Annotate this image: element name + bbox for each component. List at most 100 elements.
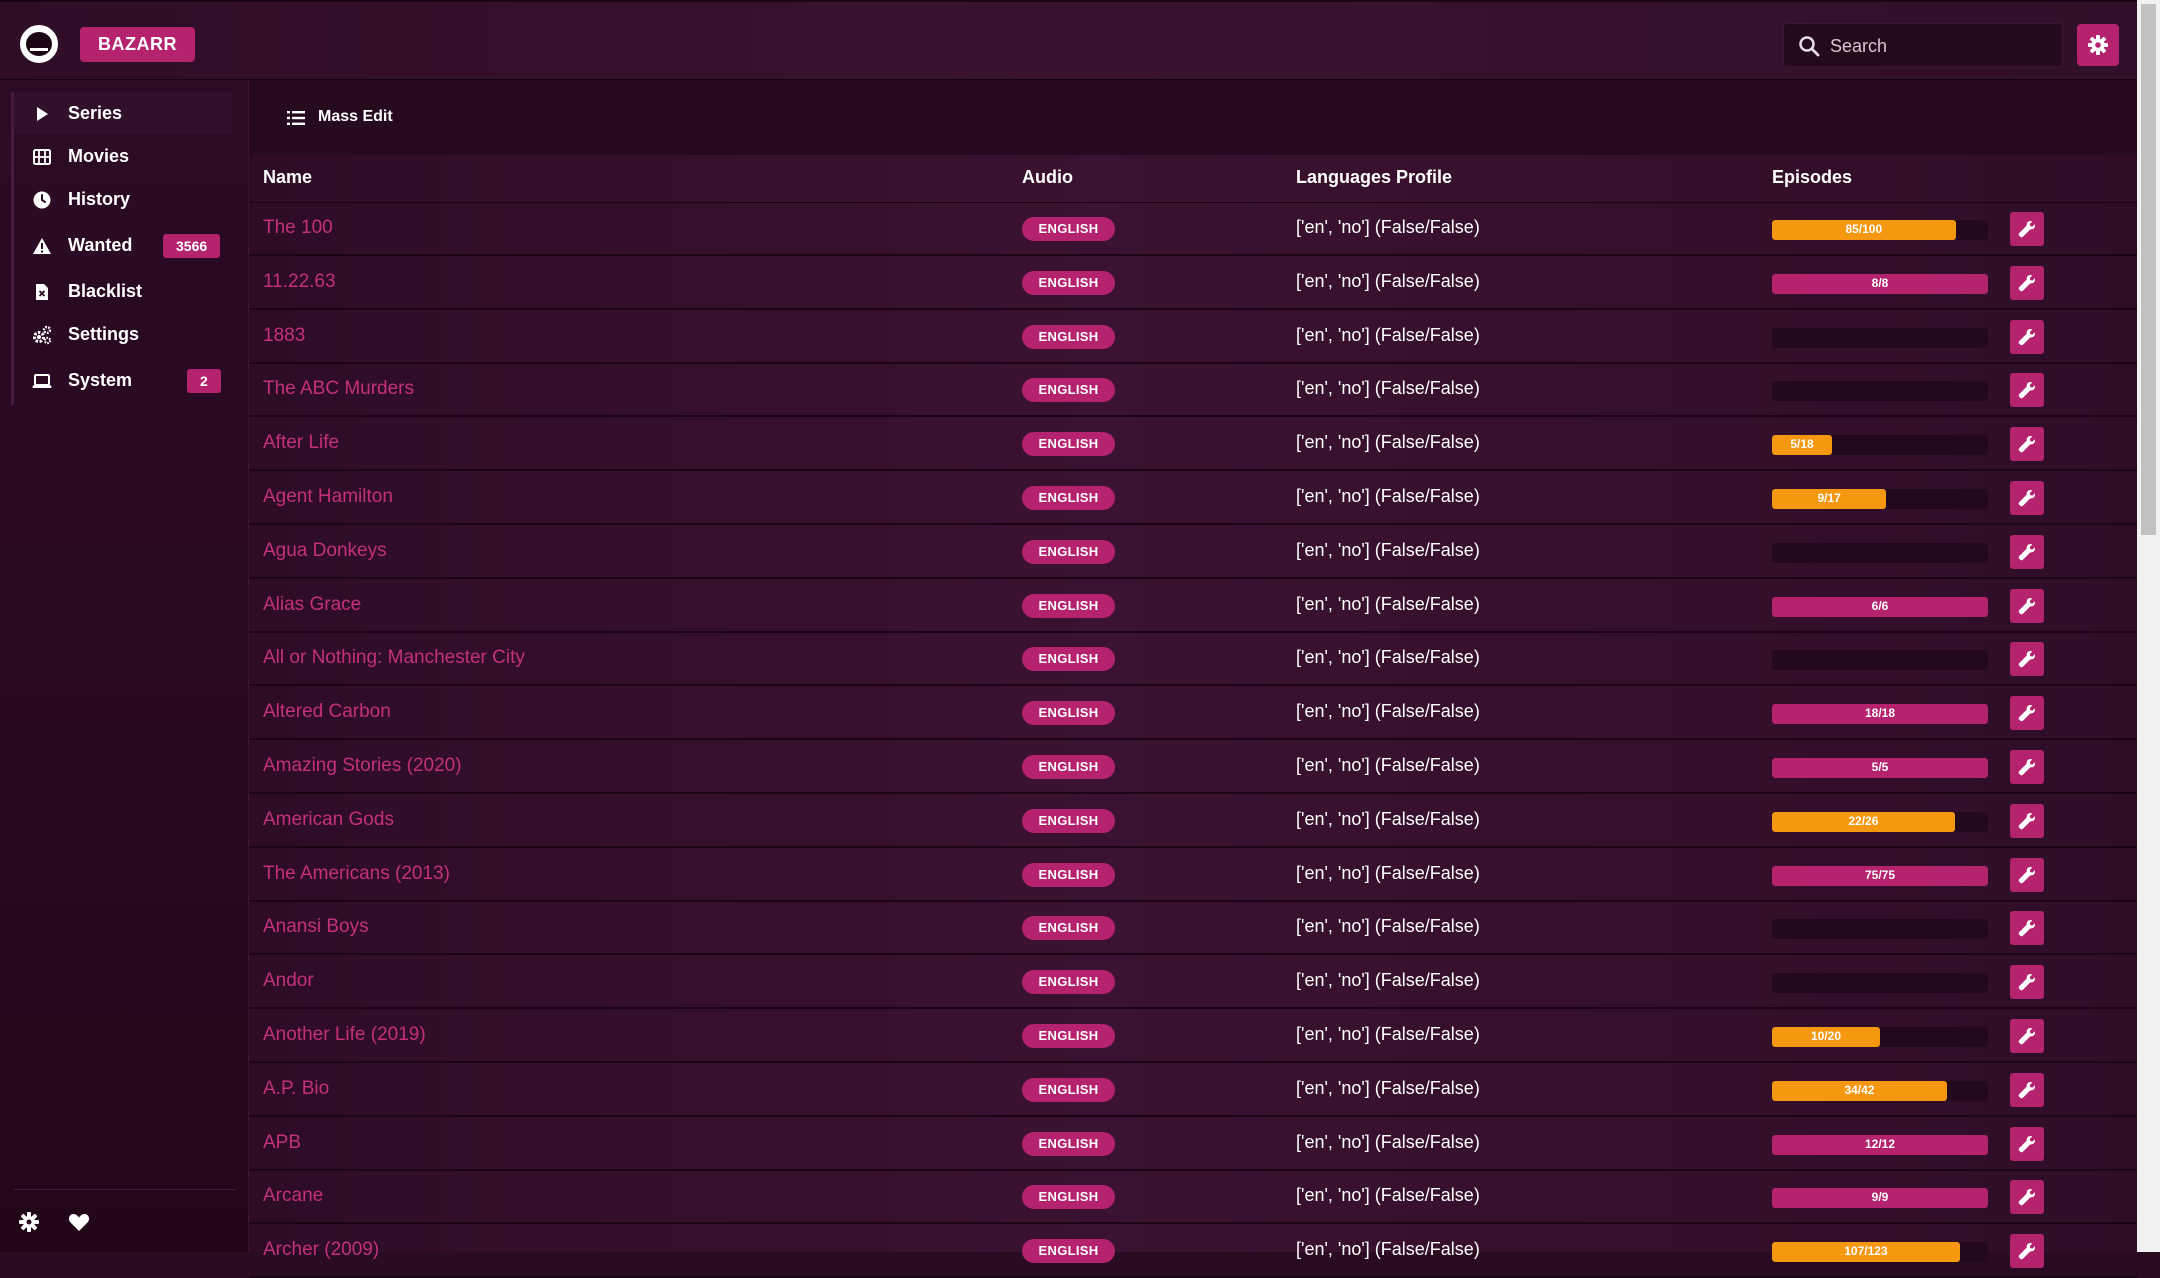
sidebar-item-movies[interactable]: Movies xyxy=(14,135,232,177)
edit-series-button[interactable] xyxy=(2010,1072,2044,1107)
table-row: Agua Donkeys ENGLISH ['en', 'no'] (False/F… xyxy=(249,526,2137,579)
episodes-count-label: 9/9 xyxy=(1871,1190,1889,1205)
sidebar: Series Movies History Wanted 3566 Blackl… xyxy=(0,80,249,1252)
edit-series-button[interactable] xyxy=(2010,1126,2044,1161)
edit-series-button[interactable] xyxy=(2010,857,2044,892)
search-box[interactable] xyxy=(1783,23,2063,68)
settings-button[interactable] xyxy=(2077,24,2119,66)
episodes-progress-bar: 9/17 xyxy=(1772,489,1988,509)
episodes-count-label: 10/20 xyxy=(1810,1029,1842,1043)
audio-language-badge: ENGLISH xyxy=(1022,701,1115,726)
audio-language-badge: ENGLISH xyxy=(1022,1185,1115,1210)
series-name-link[interactable]: Arcane xyxy=(263,1185,323,1207)
wrench-icon xyxy=(2018,812,2035,830)
edit-series-button[interactable] xyxy=(2010,750,2044,784)
episodes-count-label: 75/75 xyxy=(1864,867,1896,882)
sidebar-item-blacklist[interactable]: Blacklist xyxy=(14,270,232,312)
audio-language-badge: ENGLISH xyxy=(1022,1131,1115,1156)
edit-series-button[interactable] xyxy=(2010,265,2044,300)
series-name-link[interactable]: All or Nothing: Manchester City xyxy=(263,647,525,669)
episodes-progress-fill: 85/100 xyxy=(1772,220,1956,240)
edit-series-button[interactable] xyxy=(2010,1180,2044,1215)
gear-icon[interactable] xyxy=(18,1211,40,1233)
series-name-link[interactable]: After Life xyxy=(263,432,339,454)
sidebar-item-history[interactable]: History xyxy=(14,178,232,220)
edit-series-button[interactable] xyxy=(2010,534,2044,569)
edit-series-button[interactable] xyxy=(2010,588,2044,623)
edit-series-button[interactable] xyxy=(2010,803,2044,838)
edit-series-button[interactable] xyxy=(2010,642,2044,677)
series-name-link[interactable]: The Americans (2013) xyxy=(263,863,450,885)
laptop-icon xyxy=(32,374,52,388)
search-input[interactable] xyxy=(1828,24,2057,68)
list-icon xyxy=(287,111,305,125)
edit-series-button[interactable] xyxy=(2010,696,2044,731)
series-name-link[interactable]: Amazing Stories (2020) xyxy=(263,755,462,777)
column-header-audio[interactable]: Audio xyxy=(1022,167,1073,188)
edit-series-button[interactable] xyxy=(2010,911,2044,946)
languages-profile: ['en', 'no'] (False/False) xyxy=(1296,916,1480,937)
series-name-link[interactable]: Another Life (2019) xyxy=(263,1024,426,1046)
series-name-link[interactable]: A.P. Bio xyxy=(263,1078,329,1100)
series-name-link[interactable]: American Gods xyxy=(263,809,394,831)
brand-badge[interactable]: BAZARR xyxy=(80,27,195,62)
episodes-progress-fill: 75/75 xyxy=(1772,865,1988,886)
languages-profile: ['en', 'no'] (False/False) xyxy=(1296,701,1480,722)
series-name-link[interactable]: The ABC Murders xyxy=(263,378,414,400)
edit-series-button[interactable] xyxy=(2010,373,2044,408)
series-name-link[interactable]: Andor xyxy=(263,970,314,992)
episodes-progress-bar xyxy=(1772,650,1988,671)
episodes-progress-bar: 6/6 xyxy=(1772,596,1988,617)
audio-language-badge: ENGLISH xyxy=(1022,378,1115,403)
audio-language-badge: ENGLISH xyxy=(1022,862,1115,887)
series-name-link[interactable]: The 100 xyxy=(263,217,333,239)
table-row: 11.22.63 ENGLISH ['en', 'no'] (False/False… xyxy=(249,257,2137,310)
series-name-link[interactable]: Altered Carbon xyxy=(263,701,391,723)
series-name-link[interactable]: 11.22.63 xyxy=(263,271,336,293)
edit-series-button[interactable] xyxy=(2010,965,2044,1000)
series-name-link[interactable]: Alias Grace xyxy=(263,594,361,616)
episodes-count-label: 18/18 xyxy=(1864,706,1896,721)
episodes-progress-bar: 5/18 xyxy=(1772,435,1988,456)
edit-series-button[interactable] xyxy=(2010,319,2044,354)
audio-language-badge: ENGLISH xyxy=(1022,270,1115,295)
episodes-count-label: 85/100 xyxy=(1845,222,1883,236)
heart-icon[interactable] xyxy=(68,1212,90,1232)
sidebar-item-settings[interactable]: Settings xyxy=(14,313,232,355)
episodes-progress-fill: 9/9 xyxy=(1772,1188,1988,1209)
sidebar-footer-divider xyxy=(14,1189,236,1190)
languages-profile: ['en', 'no'] (False/False) xyxy=(1296,593,1480,614)
episodes-progress-bar xyxy=(1772,919,1988,940)
scrollbar[interactable] xyxy=(2137,0,2160,1252)
scrollbar-thumb[interactable] xyxy=(2141,4,2156,535)
edit-series-button[interactable] xyxy=(2010,427,2044,462)
episodes-progress-fill: 107/123 xyxy=(1772,1242,1960,1263)
languages-profile: ['en', 'no'] (False/False) xyxy=(1296,1239,1480,1260)
edit-series-button[interactable] xyxy=(2010,1019,2044,1053)
series-name-link[interactable]: Anansi Boys xyxy=(263,916,369,938)
episodes-progress-bar: 34/42 xyxy=(1772,1080,1988,1101)
bazarr-logo-icon[interactable] xyxy=(20,25,58,63)
edit-series-button[interactable] xyxy=(2010,1234,2044,1269)
column-header-name[interactable]: Name xyxy=(263,167,312,188)
series-name-link[interactable]: Agua Donkeys xyxy=(263,540,387,562)
edit-series-button[interactable] xyxy=(2010,481,2044,515)
table-row: Andor ENGLISH ['en', 'no'] (False/False) xyxy=(249,956,2137,1010)
sidebar-item-label: Settings xyxy=(68,324,140,344)
wrench-icon xyxy=(2018,221,2035,238)
column-header-episodes[interactable]: Episodes xyxy=(1772,167,1852,188)
sidebar-item-label: System xyxy=(68,370,133,390)
edit-series-button[interactable] xyxy=(2010,212,2044,246)
sidebar-item-wanted[interactable]: Wanted 3566 xyxy=(14,224,232,266)
audio-language-badge: ENGLISH xyxy=(1022,1024,1115,1048)
series-name-link[interactable]: Agent Hamilton xyxy=(263,486,393,508)
series-name-link[interactable]: 1883 xyxy=(263,325,305,347)
sidebar-item-series[interactable]: Series xyxy=(14,92,232,134)
wrench-icon xyxy=(2018,382,2035,399)
languages-profile: ['en', 'no'] (False/False) xyxy=(1296,486,1480,506)
column-header-languages-profile[interactable]: Languages Profile xyxy=(1296,167,1452,188)
sidebar-item-system[interactable]: System 2 xyxy=(14,359,232,401)
series-name-link[interactable]: APB xyxy=(263,1132,301,1154)
wrench-icon xyxy=(2018,490,2035,507)
series-name-link[interactable]: Archer (2009) xyxy=(263,1239,379,1261)
